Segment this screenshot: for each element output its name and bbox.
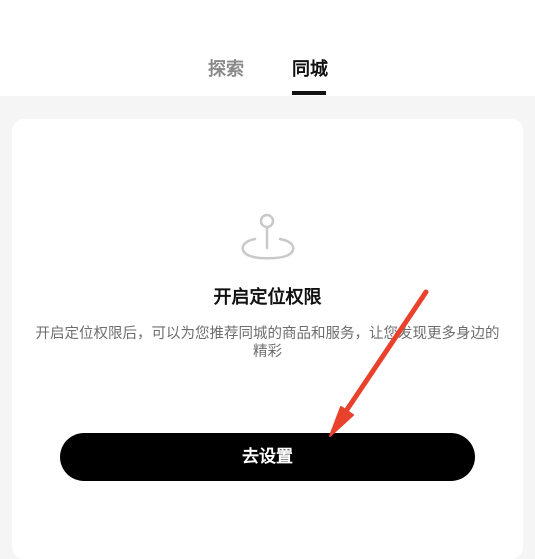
tab-explore[interactable]: 探索	[208, 58, 244, 82]
tab-local[interactable]: 同城	[292, 58, 328, 82]
top-navigation-bar: 探索 同城	[0, 0, 535, 96]
permission-title: 开启定位权限	[213, 287, 322, 308]
permission-description: 开启定位权限后，可以为您推荐同城的商品和服务，让您发现更多身边的精彩	[35, 326, 500, 360]
go-settings-button[interactable]: 去设置	[60, 433, 475, 481]
active-tab-indicator	[292, 91, 326, 95]
location-pin-icon	[241, 213, 295, 260]
